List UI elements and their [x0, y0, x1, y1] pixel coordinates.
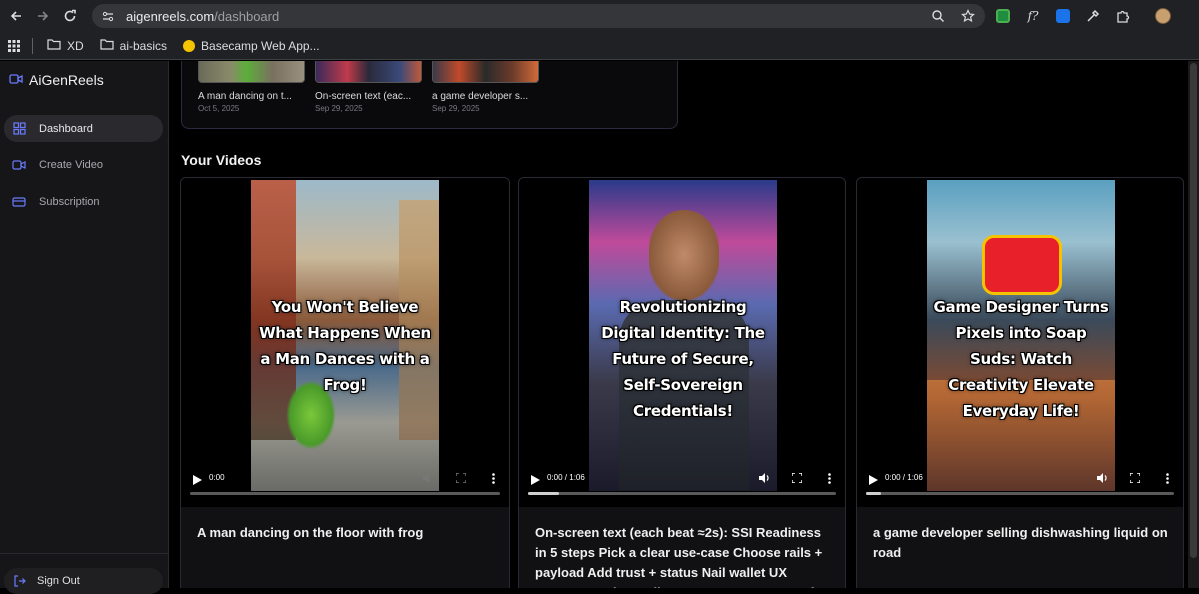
sidebar: AiGenReels Dashboard Create Video Subscr… [0, 61, 169, 594]
sidebar-divider [0, 553, 169, 554]
fullscreen-icon[interactable] [1129, 472, 1141, 484]
more-options-icon[interactable] [823, 472, 835, 484]
blue-extension-icon[interactable] [1052, 5, 1074, 27]
play-icon[interactable] [529, 474, 541, 486]
recent-thumbnail[interactable] [198, 61, 305, 83]
basecamp-icon [183, 39, 196, 52]
video-card[interactable]: Game Designer Turns Pixels into Soap Sud… [856, 177, 1184, 588]
video-overlay-text: Revolutionizing Digital Identity: The Fu… [601, 298, 765, 420]
card-icon [12, 195, 26, 209]
profile-avatar[interactable] [1152, 5, 1174, 27]
bookmark-basecamp[interactable]: Basecamp Web App... [183, 35, 320, 57]
main-content: A man dancing on t... Oct 5, 2025 On-scr… [170, 61, 1188, 588]
recent-date: Sep 29, 2025 [315, 104, 363, 113]
recent-thumbnail[interactable] [432, 61, 539, 83]
sidebar-item-dashboard[interactable]: Dashboard [4, 115, 163, 142]
scrollbar-thumb[interactable] [1190, 63, 1197, 558]
grid-icon [12, 122, 26, 136]
folder-icon [47, 38, 61, 53]
play-icon[interactable] [191, 474, 203, 486]
apps-grid-icon[interactable] [8, 35, 20, 57]
video-time: 0:00 / 1:06 [547, 473, 585, 482]
recent-title: a game developer s... [432, 91, 529, 102]
video-title: On-screen text (each beat ≈2s): SSI Read… [535, 525, 827, 588]
site-settings-icon[interactable] [100, 8, 116, 24]
brand-name: AiGenReels [29, 72, 104, 88]
function-extension-icon[interactable]: f? [1022, 5, 1044, 27]
bookmarks-bar: XD ai-basics Basecamp Web App... [0, 32, 1199, 60]
video-controls: 0:00 [181, 468, 509, 498]
video-card[interactable]: Revolutionizing Digital Identity: The Fu… [518, 177, 846, 588]
recent-date: Sep 29, 2025 [432, 104, 480, 113]
puzzle-icon[interactable] [1112, 5, 1134, 27]
video-time: 0:00 / 1:06 [885, 473, 923, 482]
fullscreen-icon[interactable] [455, 472, 467, 484]
sidebar-item-subscription[interactable]: Subscription [4, 188, 163, 215]
page-scrollbar[interactable] [1188, 61, 1199, 588]
recent-date: Oct 5, 2025 [198, 104, 240, 113]
recent-item[interactable]: A man dancing on t... Oct 5, 2025 [198, 61, 305, 113]
video-controls: 0:00 / 1:06 [519, 468, 845, 498]
bookmark-ai-basics[interactable]: ai-basics [100, 35, 167, 57]
video-title: a game developer selling dishwashing liq… [873, 525, 1168, 560]
recent-videos-panel: A man dancing on t... Oct 5, 2025 On-scr… [181, 61, 678, 129]
fullscreen-icon[interactable] [791, 472, 803, 484]
zoom-icon[interactable] [929, 7, 947, 25]
recent-thumbnail[interactable] [315, 61, 422, 83]
play-icon[interactable] [867, 474, 879, 486]
sign-out-icon [12, 574, 26, 588]
recent-item[interactable]: a game developer s... Sep 29, 2025 [432, 61, 539, 113]
video-time: 0:00 [209, 473, 225, 482]
reload-button[interactable] [59, 5, 81, 27]
video-controls: 0:00 / 1:06 [857, 468, 1183, 498]
video-progress-bar[interactable] [866, 492, 1174, 495]
bookmark-xd[interactable]: XD [47, 35, 84, 57]
more-options-icon[interactable] [487, 472, 499, 484]
video-card[interactable]: You Won't Believe What Happens When a Ma… [180, 177, 510, 588]
volume-icon[interactable] [1097, 472, 1109, 484]
video-poster: Game Designer Turns Pixels into Soap Sud… [927, 180, 1115, 491]
video-poster: Revolutionizing Digital Identity: The Fu… [589, 180, 777, 491]
video-player[interactable]: You Won't Believe What Happens When a Ma… [181, 178, 509, 507]
bookmark-star-icon[interactable] [959, 7, 977, 25]
bookmarks-divider [32, 37, 33, 54]
sidebar-item-create-video[interactable]: Create Video [4, 151, 163, 178]
forward-button[interactable] [32, 5, 54, 27]
video-icon [12, 158, 26, 172]
sidebar-item-label: Create Video [39, 158, 104, 171]
eyedropper-icon[interactable] [1082, 5, 1104, 27]
video-overlay-text: Game Designer Turns Pixels into Soap Sud… [933, 298, 1109, 420]
video-camera-icon [9, 72, 23, 88]
video-player[interactable]: Game Designer Turns Pixels into Soap Sud… [857, 178, 1183, 507]
video-progress-bar[interactable] [190, 492, 500, 495]
brand[interactable]: AiGenReels [9, 72, 104, 88]
sign-out-label: Sign Out [37, 575, 80, 587]
volume-icon[interactable] [423, 472, 435, 484]
video-player[interactable]: Revolutionizing Digital Identity: The Fu… [519, 178, 845, 507]
video-overlay-text: You Won't Believe What Happens When a Ma… [259, 298, 431, 394]
recent-item[interactable]: On-screen text (eac... Sep 29, 2025 [315, 61, 422, 113]
volume-icon[interactable] [759, 472, 771, 484]
sidebar-item-label: Subscription [39, 195, 100, 208]
browser-toolbar: aigenreels.com/dashboard f? [0, 0, 1199, 32]
address-bar[interactable]: aigenreels.com/dashboard [92, 4, 985, 28]
green-extension-icon[interactable] [992, 5, 1014, 27]
sidebar-item-label: Dashboard [39, 122, 93, 135]
folder-icon [100, 38, 114, 53]
video-progress-bar[interactable] [528, 492, 836, 495]
sign-out-button[interactable]: Sign Out [4, 568, 163, 594]
recent-title: On-screen text (eac... [315, 91, 412, 102]
video-title: A man dancing on the floor with frog [197, 525, 424, 540]
url-text: aigenreels.com/dashboard [126, 8, 280, 24]
more-options-icon[interactable] [1161, 472, 1173, 484]
back-button[interactable] [5, 5, 27, 27]
section-title: Your Videos [181, 152, 262, 168]
recent-title: A man dancing on t... [198, 91, 292, 102]
video-poster: You Won't Believe What Happens When a Ma… [251, 180, 439, 491]
